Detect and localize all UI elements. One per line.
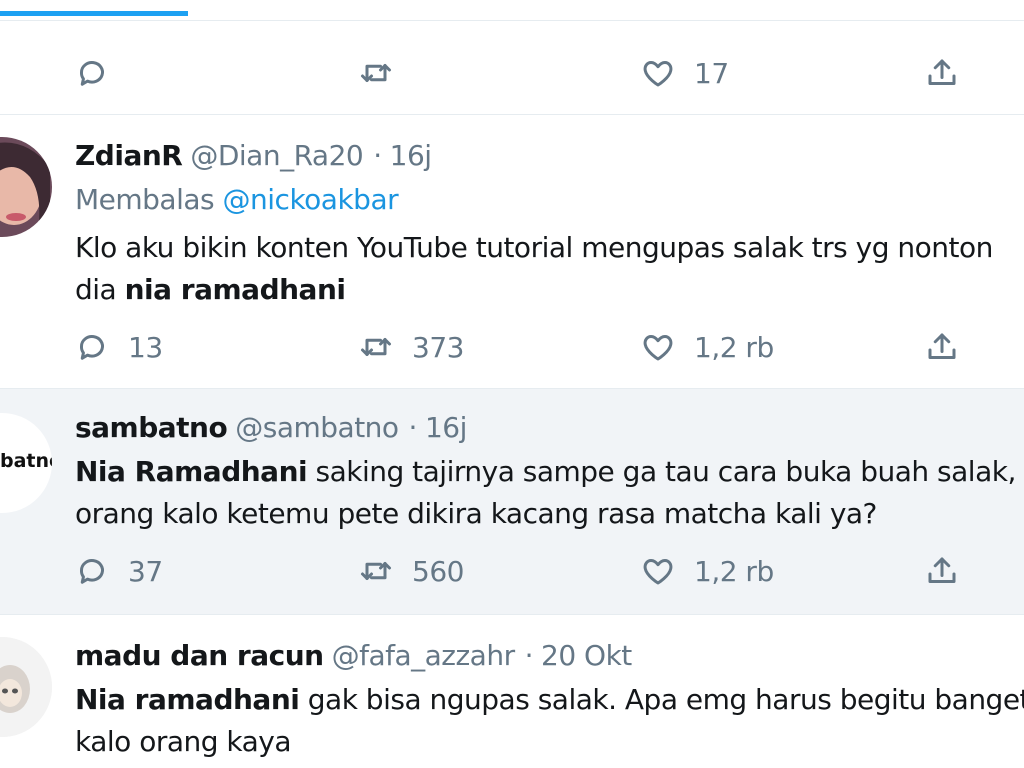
retweet-icon [358,55,394,91]
tweet-header: sambatno @sambatno · 16j [75,411,467,444]
tweet-header: madu dan racun @fafa_azzahr · 20 Okt [75,639,632,672]
handle[interactable]: @sambatno [235,411,399,444]
tweet-text-line: Nia ramadhani gak bisa ngupas salak. Apa… [75,679,1024,721]
retweet-count: 373 [412,330,464,364]
reply-context: Membalas @nickoakbar [75,183,399,216]
reply-icon [74,55,110,91]
tweet-text: Nia Ramadhani saking tajirnya sampe ga t… [75,451,1024,535]
timestamp[interactable]: 16j [390,139,432,172]
tweet-actions: 13 373 1,2 rb [0,327,1024,367]
timestamp[interactable]: 16j [425,411,467,444]
reply-button[interactable] [74,53,110,93]
tweet-text-line: dia nia ramadhani [75,269,993,311]
share-icon [924,55,960,91]
text-fragment: dia [75,273,125,306]
avatar[interactable] [0,137,52,237]
handle[interactable]: @Dian_Ra20 [190,139,363,172]
text-fragment: gak bisa ngupas salak. Apa emg harus beg… [299,683,1024,716]
reply-button[interactable]: 13 [74,327,163,367]
like-icon [640,329,676,365]
like-button[interactable]: 1,2 rb [640,327,774,367]
text-fragment: saking tajirnya sampe ga tau cara buka b… [307,455,1024,488]
reply-button[interactable]: 37 [74,551,163,591]
bold-name: nia ramadhani [124,273,346,306]
tweet-text: Klo aku bikin konten YouTube tutorial me… [75,227,993,311]
share-icon [924,553,960,589]
share-icon [924,329,960,365]
reply-prefix: Membalas [75,183,215,216]
like-icon [640,553,676,589]
tweet-text-line: Nia Ramadhani saking tajirnya sampe ga t… [75,451,1024,493]
tweet-text: Nia ramadhani gak bisa ngupas salak. Apa… [75,679,1024,763]
bold-name: Nia ramadhani [75,683,300,716]
tweet-text-line: kalo orang kaya [75,725,292,758]
share-button[interactable] [924,551,960,591]
avatar[interactable] [0,637,52,737]
retweet-button[interactable]: 373 [358,327,464,367]
avatar-text: batno [0,450,52,472]
like-count: 1,2 rb [694,330,774,364]
tweet-text-line: Klo aku bikin konten YouTube tutorial me… [75,231,993,264]
tweet-text-line: orang kalo ketemu pete dikira kacang ras… [75,497,877,530]
tweet-header: ZdianR @Dian_Ra20 · 16j [75,139,432,172]
reply-icon [74,329,110,365]
retweet-button[interactable] [358,53,394,93]
tweet-madu-dan-racun[interactable]: madu dan racun @fafa_azzahr · 20 Okt Nia ra… [0,614,1024,768]
tweet-sambatno[interactable]: batno sambatno@sambatno·16j Nia Ramadhan… [0,388,1024,614]
like-button[interactable]: 17 [640,53,729,93]
timestamp[interactable]: 20 Okt [541,639,632,672]
tweet-zdianr[interactable]: ZdianR @Dian_Ra20 · 16j Membalas @nickoakba… [0,114,1024,388]
retweet-icon [358,329,394,365]
like-icon [640,55,676,91]
reply-icon [74,553,110,589]
like-count: 1,2 rb [694,554,774,588]
reply-count: 37 [128,554,163,588]
bold-name: Nia Ramadhani [75,455,308,488]
display-name[interactable]: madu dan racun [75,639,324,672]
reply-count: 13 [128,330,163,364]
retweet-icon [358,553,394,589]
like-count: 17 [694,56,729,90]
like-button[interactable]: 1,2 rb [640,551,774,591]
active-tab-indicator [0,11,188,16]
share-button[interactable] [924,327,960,367]
handle[interactable]: @fafa_azzahr [332,639,516,672]
reply-mention-link[interactable]: @nickoakbar [223,183,399,216]
share-button[interactable] [924,53,960,93]
tab-divider [0,20,1024,21]
tweet-actions: 37 560 1,2 rb [0,551,1024,591]
avatar[interactable]: batno [0,413,52,513]
display-name[interactable]: ZdianR [75,139,183,172]
retweet-count: 560 [412,554,464,588]
top-tweet-actions: 17 [0,53,1024,93]
display-name[interactable]: sambatno [75,411,228,444]
retweet-button[interactable]: 560 [358,551,464,591]
